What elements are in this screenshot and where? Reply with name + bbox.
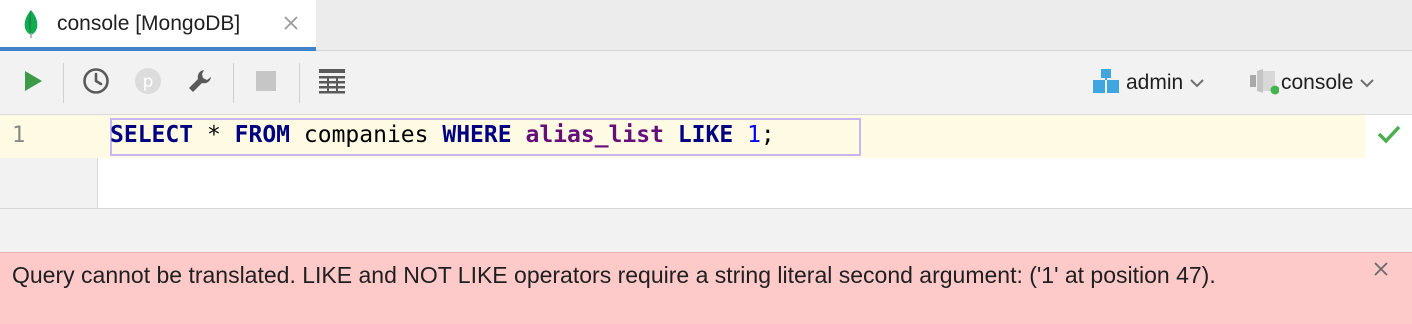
query-editor[interactable]: 1 SELECT * FROM companies WHERE alias_li… — [0, 115, 1412, 209]
token-table: companies — [290, 122, 443, 148]
schema-label: admin — [1126, 71, 1184, 94]
keyword-where: WHERE — [442, 122, 512, 148]
editor-tab-bar: console [MongoDB] — [0, 0, 1412, 51]
mongodb-leaf-icon — [22, 9, 40, 44]
tab-title: console [MongoDB] — [57, 12, 241, 35]
session-selector[interactable]: console — [1249, 67, 1375, 99]
token-semicolon: ; — [760, 122, 775, 148]
token-star: * — [193, 122, 235, 148]
toolbar-separator — [233, 63, 234, 103]
error-message: Query cannot be translated. LIKE and NOT… — [12, 262, 1216, 288]
p-icon: p — [134, 67, 162, 100]
wrench-icon — [186, 67, 214, 100]
toolbar-separator — [299, 63, 300, 103]
output-layout-button[interactable] — [314, 65, 350, 101]
tab-console[interactable]: console [MongoDB] — [0, 0, 316, 51]
schema-icon — [1092, 67, 1120, 100]
chevron-down-icon — [1189, 76, 1205, 94]
stop-button[interactable] — [248, 65, 284, 101]
table-icon — [318, 68, 346, 99]
history-button[interactable] — [78, 65, 114, 101]
keyword-like: LIKE — [677, 122, 734, 148]
settings-button[interactable] — [182, 65, 218, 101]
schema-selector[interactable]: admin — [1092, 67, 1205, 99]
stop-icon — [255, 70, 277, 97]
play-icon — [20, 69, 44, 98]
token-column: alias_list — [525, 122, 664, 148]
close-icon[interactable] — [1373, 261, 1389, 282]
inspection-status[interactable] — [1365, 115, 1412, 158]
error-banner: Query cannot be translated. LIKE and NOT… — [0, 252, 1412, 324]
close-tab-icon[interactable] — [283, 15, 299, 36]
clock-icon — [82, 67, 110, 100]
sql-statement[interactable]: SELECT * FROM companies WHERE alias_list… — [110, 119, 775, 154]
keyword-from: FROM — [234, 122, 291, 148]
chevron-down-icon — [1359, 76, 1375, 94]
line-number: 1 — [12, 123, 26, 148]
session-icon — [1249, 66, 1280, 101]
editor-spacer — [0, 209, 1412, 252]
checkmark-icon — [1377, 124, 1401, 149]
console-toolbar: p admin console — [0, 51, 1412, 115]
session-label: console — [1281, 71, 1354, 94]
run-button[interactable] — [14, 65, 50, 101]
parameters-button[interactable]: p — [130, 65, 166, 101]
toolbar-separator — [63, 63, 64, 103]
svg-text:p: p — [143, 72, 154, 92]
keyword-select: SELECT — [110, 122, 194, 148]
token-number: 1 — [747, 122, 761, 148]
